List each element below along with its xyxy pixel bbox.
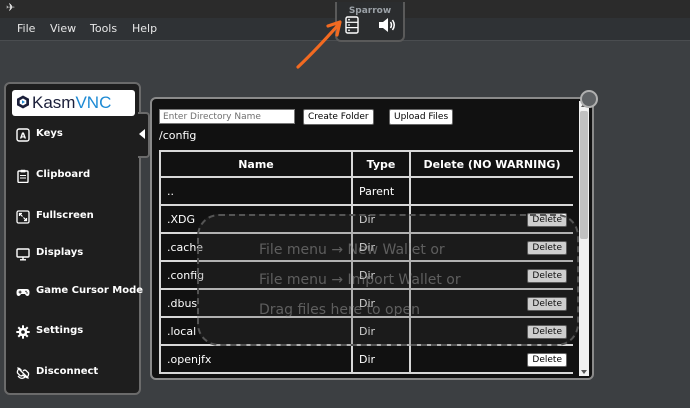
current-path-label: /config	[159, 129, 197, 142]
sidebar-collapse-handle[interactable]	[138, 112, 150, 158]
svg-text:A: A	[20, 132, 27, 141]
wallet-drop-zone[interactable]: File menu → New Wallet or File menu → Im…	[197, 214, 579, 346]
delete-cell: Delete	[409, 344, 573, 374]
dropzone-line-new-wallet: File menu → New Wallet or	[259, 242, 445, 258]
table-row[interactable]: .openjfx Dir Delete	[159, 344, 573, 374]
annotation-arrow-icon	[296, 20, 342, 69]
panel-close-knob[interactable]	[580, 90, 598, 108]
vertical-scrollbar[interactable]	[579, 101, 589, 376]
table-row[interactable]: .. Parent	[159, 176, 573, 206]
collapse-left-icon	[139, 129, 145, 139]
file-type: Parent	[351, 176, 411, 206]
kasmvnc-logo: KasmVNC	[12, 90, 135, 116]
volume-icon[interactable]	[377, 16, 397, 38]
sidebar-label-game-cursor-mode: Game Cursor Mode	[36, 285, 144, 296]
menu-view[interactable]: View	[50, 22, 76, 35]
column-header-type: Type	[351, 150, 411, 178]
disconnect-icon	[16, 367, 30, 380]
file-name[interactable]: ..	[159, 176, 353, 206]
dropzone-line-drag-files: Drag files here to open	[259, 302, 420, 318]
sidebar-label-clipboard: Clipboard	[36, 169, 91, 180]
file-name[interactable]: .openjfx	[159, 344, 353, 374]
sidebar-label-displays: Displays	[36, 247, 84, 258]
table-header-row: Name Type Delete (NO WARNING)	[159, 150, 573, 178]
create-folder-button[interactable]: Create Folder	[303, 109, 374, 125]
keyboard-a-icon: A	[16, 128, 30, 142]
sidebar-label-keys: Keys	[36, 128, 63, 139]
kasm-control-sidebar: KasmVNC A Keys Clipboard Fullscreen Disp…	[4, 82, 143, 395]
fullscreen-icon	[16, 210, 30, 224]
sidebar-label-settings: Settings	[36, 325, 84, 336]
gamepad-icon	[16, 289, 30, 296]
column-header-delete: Delete (NO WARNING)	[409, 150, 573, 178]
delete-cell	[409, 176, 573, 206]
app-launcher-icon[interactable]: ✈	[6, 1, 15, 14]
sidebar-item-settings[interactable]: Settings	[14, 322, 136, 344]
upload-files-button[interactable]: Upload Files	[389, 109, 454, 125]
sidebar-item-displays[interactable]: Displays	[14, 244, 136, 266]
delete-button[interactable]: Delete	[527, 352, 567, 367]
sidebar-item-disconnect[interactable]: Disconnect	[14, 363, 136, 385]
kasm-logo-icon	[17, 95, 29, 109]
sidebar-item-keys[interactable]: A Keys	[14, 125, 136, 147]
dropzone-line-import-wallet: File menu → Import Wallet or	[259, 272, 461, 288]
scroll-down-icon[interactable]	[581, 370, 587, 374]
sidebar-label-fullscreen: Fullscreen	[36, 210, 94, 221]
sidebar-item-game-cursor-mode[interactable]: Game Cursor Mode	[14, 282, 143, 304]
column-header-name: Name	[159, 150, 353, 178]
logo-text-vnc: VNC	[75, 93, 112, 112]
sidebar-item-fullscreen[interactable]: Fullscreen	[14, 207, 136, 229]
menu-file[interactable]: File	[17, 22, 35, 35]
sidebar-item-clipboard[interactable]: Clipboard	[14, 166, 136, 188]
file-type: Dir	[351, 344, 411, 374]
logo-text-kasm: Kasm	[32, 93, 76, 112]
menu-help[interactable]: Help	[132, 22, 157, 35]
clipboard-icon	[17, 169, 29, 183]
gear-icon	[16, 325, 30, 339]
directory-name-input[interactable]	[159, 109, 295, 124]
menu-tools[interactable]: Tools	[90, 22, 117, 35]
sidebar-label-disconnect: Disconnect	[36, 366, 99, 377]
monitor-icon	[16, 248, 30, 261]
scrollbar-thumb[interactable]	[580, 111, 588, 239]
